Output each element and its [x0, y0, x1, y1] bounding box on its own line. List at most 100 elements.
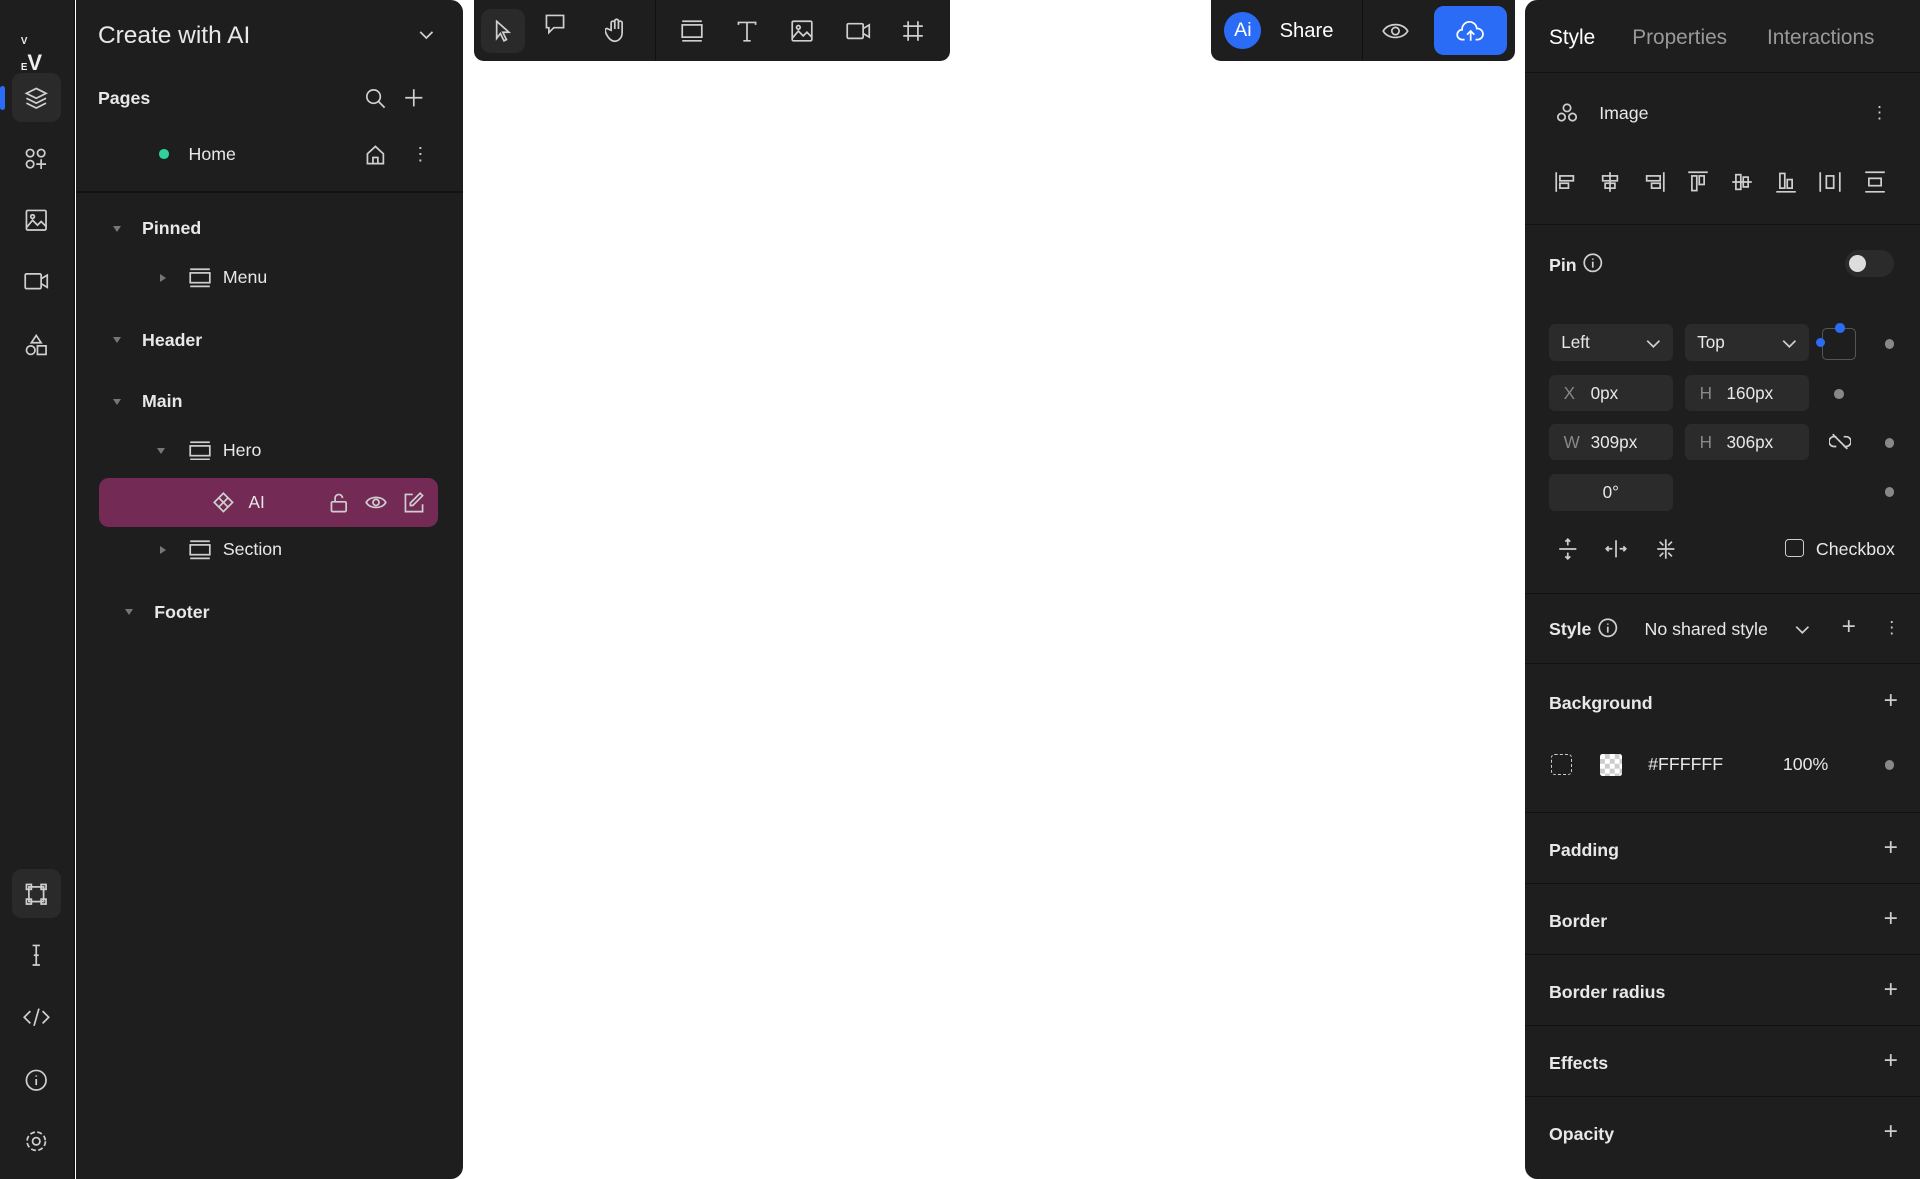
- anchor-picker[interactable]: [1815, 323, 1857, 360]
- layers-icon[interactable]: [12, 73, 62, 123]
- shared-style-select[interactable]: No shared style: [1645, 619, 1768, 640]
- components-icon[interactable]: [12, 135, 61, 184]
- layer-section[interactable]: Section: [76, 531, 463, 568]
- ai-avatar[interactable]: Ai: [1224, 12, 1262, 49]
- reset-dot[interactable]: [1834, 389, 1845, 400]
- select-tool-icon[interactable]: [481, 8, 526, 53]
- checkbox[interactable]: [1785, 538, 1804, 558]
- video-icon[interactable]: [12, 257, 61, 306]
- text-tool-icon[interactable]: [725, 9, 769, 53]
- color-swatch[interactable]: [1600, 754, 1623, 777]
- shared-style-section: Style No shared style + ⋮: [1524, 592, 1920, 664]
- add-icon[interactable]: +: [1884, 1118, 1898, 1146]
- add-icon[interactable]: +: [1884, 976, 1898, 1004]
- eye-icon[interactable]: [365, 492, 387, 513]
- info-icon[interactable]: [12, 1056, 61, 1105]
- pin-toggle[interactable]: [1845, 249, 1895, 277]
- y-input[interactable]: H 160px: [1684, 374, 1809, 412]
- search-icon[interactable]: [365, 88, 386, 109]
- chevron-down-icon[interactable]: [1795, 623, 1810, 635]
- page-item-home[interactable]: Home ⋮: [76, 136, 463, 173]
- layer-footer[interactable]: Footer: [76, 594, 463, 631]
- padding-section[interactable]: Padding +: [1524, 813, 1920, 885]
- share-button[interactable]: Share: [1280, 20, 1334, 43]
- add-icon[interactable]: +: [1884, 1047, 1898, 1075]
- image-icon[interactable]: [12, 196, 61, 245]
- publish-button[interactable]: [1433, 6, 1508, 56]
- shrink-icon[interactable]: [1656, 538, 1676, 560]
- comment-tool-icon[interactable]: [533, 2, 577, 46]
- distribute-v-icon[interactable]: [1864, 171, 1886, 194]
- add-icon[interactable]: +: [1884, 905, 1898, 933]
- frame-tool-icon[interactable]: [891, 9, 935, 53]
- align-bottom-icon[interactable]: [1775, 171, 1797, 194]
- opacity-input[interactable]: 100%: [1783, 754, 1828, 775]
- align-right-icon[interactable]: [1643, 171, 1665, 193]
- anchor-horizontal-select[interactable]: Left: [1548, 324, 1673, 362]
- layer-header[interactable]: Header: [76, 322, 463, 359]
- element-section: Image ⋮: [1524, 73, 1920, 226]
- more-icon[interactable]: ⋮: [1883, 617, 1900, 638]
- unlink-ratio-icon[interactable]: [1829, 433, 1852, 450]
- layer-ai-selected[interactable]: AI: [99, 477, 439, 527]
- anchor-vertical-select[interactable]: Top: [1684, 324, 1809, 362]
- reset-dot[interactable]: [1884, 438, 1895, 449]
- fit-horizontal-icon[interactable]: [1605, 539, 1628, 559]
- hand-tool-icon[interactable]: [594, 9, 638, 53]
- preview-eye-icon[interactable]: [1382, 20, 1410, 42]
- layer-label: Pinned: [142, 218, 202, 239]
- add-background-icon[interactable]: +: [1884, 687, 1898, 715]
- alignment-toolbar: [1555, 171, 1886, 194]
- width-input[interactable]: W 309px: [1548, 423, 1673, 461]
- fill-type-icon[interactable]: [1551, 754, 1573, 776]
- border-section[interactable]: Border +: [1524, 884, 1920, 956]
- section-label: Opacity: [1548, 1124, 1615, 1145]
- chevron-down-icon: [1782, 337, 1797, 349]
- settings-icon[interactable]: [12, 1117, 61, 1166]
- info-icon[interactable]: [1598, 618, 1618, 638]
- unlock-icon[interactable]: [329, 492, 349, 513]
- info-icon[interactable]: [1583, 253, 1603, 273]
- image-tool-icon[interactable]: [780, 9, 824, 53]
- text-cursor-icon[interactable]: [12, 931, 61, 980]
- color-hex-input[interactable]: #FFFFFF: [1648, 754, 1723, 775]
- opacity-section[interactable]: Opacity +: [1525, 1097, 1920, 1168]
- tab-interactions[interactable]: Interactions: [1767, 26, 1875, 50]
- video-tool-icon[interactable]: [836, 9, 880, 53]
- layer-pinned[interactable]: Pinned: [76, 211, 463, 248]
- chevron-down-icon[interactable]: [419, 27, 434, 42]
- add-page-icon[interactable]: [404, 88, 424, 108]
- home-icon[interactable]: [365, 144, 386, 165]
- add-icon[interactable]: +: [1884, 834, 1898, 862]
- section-tool-icon[interactable]: [670, 9, 714, 53]
- more-icon[interactable]: ⋮: [411, 144, 429, 165]
- layer-main[interactable]: Main: [76, 383, 463, 420]
- tab-style[interactable]: Style: [1549, 26, 1595, 50]
- divider: [655, 0, 657, 62]
- reset-dot[interactable]: [1884, 487, 1895, 498]
- rotation-input[interactable]: 0°: [1548, 473, 1673, 511]
- align-top-icon[interactable]: [1687, 171, 1709, 193]
- icon-rail: V EV: [0, 0, 75, 1179]
- code-icon[interactable]: [12, 993, 61, 1042]
- reset-dot[interactable]: [1884, 760, 1895, 771]
- border-radius-section[interactable]: Border radius +: [1524, 955, 1920, 1027]
- frame-select-icon[interactable]: [12, 869, 62, 919]
- shapes-icon[interactable]: [12, 321, 61, 370]
- align-center-h-icon[interactable]: [1599, 171, 1621, 193]
- height-input[interactable]: H 306px: [1684, 423, 1809, 461]
- x-input[interactable]: X 0px: [1548, 374, 1673, 412]
- layer-menu[interactable]: Menu: [76, 260, 463, 297]
- tab-properties[interactable]: Properties: [1632, 26, 1727, 50]
- effects-section[interactable]: Effects +: [1524, 1026, 1920, 1098]
- layer-hero[interactable]: Hero: [76, 432, 463, 469]
- align-left-icon[interactable]: [1555, 171, 1577, 193]
- add-style-icon[interactable]: +: [1842, 613, 1856, 641]
- more-icon[interactable]: ⋮: [1871, 102, 1888, 123]
- align-middle-icon[interactable]: [1731, 171, 1753, 193]
- distribute-h-icon[interactable]: [1819, 171, 1842, 193]
- style-label: Style: [1548, 619, 1592, 640]
- fit-vertical-icon[interactable]: [1558, 537, 1578, 560]
- edit-icon[interactable]: [403, 492, 424, 513]
- reset-dot[interactable]: [1884, 339, 1895, 349]
